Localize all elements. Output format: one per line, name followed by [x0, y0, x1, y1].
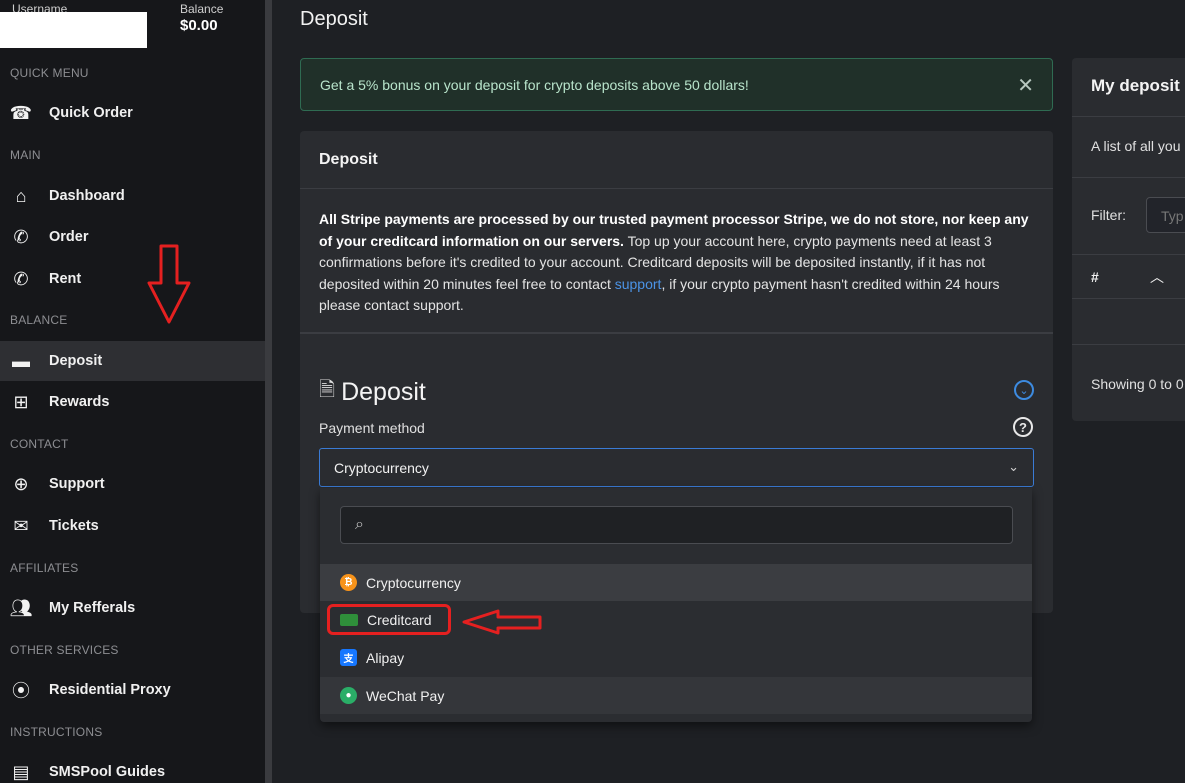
section-balance: BALANCE [10, 313, 68, 327]
main-content: Deposit Get a 5% bonus on your deposit f… [279, 0, 1185, 783]
my-deposits-card: My deposit A list of all you Filter: Typ… [1072, 58, 1185, 421]
sidebar-item-label: Rent [49, 271, 82, 287]
divider [300, 332, 1053, 334]
divider [1072, 344, 1185, 345]
sidebar-item-tickets[interactable]: ✉ Tickets [0, 506, 265, 546]
sidebar-item-label: My Refferals [49, 600, 136, 616]
sidebar-item-label: Tickets [49, 518, 99, 534]
card-header: Deposit [300, 131, 1053, 189]
section-instructions: INSTRUCTIONS [10, 725, 103, 739]
option-label: WeChat Pay [366, 687, 445, 704]
bitcoin-icon: ₿ [340, 574, 357, 591]
divider [1072, 116, 1185, 117]
alipay-icon: 支 [340, 649, 357, 666]
envelope-icon: ✉ [13, 515, 29, 536]
section-other-services: OTHER SERVICES [10, 643, 119, 657]
question-icon[interactable]: ? [1013, 417, 1033, 437]
selected-payment-method: Cryptocurrency [334, 459, 429, 476]
creditcard-highlight-annotation [327, 604, 451, 635]
filter-placeholder: Typ [1161, 208, 1184, 224]
sidebar-item-residential-proxy[interactable]: ⦿ Residential Proxy [0, 670, 265, 710]
card-title: Deposit [319, 150, 378, 168]
section-main: MAIN [10, 148, 41, 162]
filter-label: Filter: [1091, 207, 1126, 223]
option-label: Cryptocurrency [366, 574, 461, 591]
option-wechat-pay[interactable]: ● WeChat Pay [320, 677, 1032, 714]
payment-method-label: Payment method [319, 420, 425, 436]
sidebar-item-label: Deposit [49, 353, 103, 369]
home-icon: ⌂ [15, 185, 27, 206]
sidebar-item-label: Quick Order [49, 105, 133, 121]
deposit-info: All Stripe payments are processed by our… [319, 209, 1039, 317]
sidebar-item-label: Order [49, 229, 89, 245]
sort-up-icon[interactable]: ︿ [1150, 267, 1164, 287]
chevron-down-circle-icon[interactable]: ⌄ [1014, 380, 1034, 400]
sidebar-item-quick-order[interactable]: ☎ Quick Order [0, 93, 265, 133]
close-icon[interactable]: ✕ [1017, 73, 1034, 98]
sidebar-item-support[interactable]: ⊕ Support [0, 464, 265, 504]
divider [1072, 298, 1185, 299]
phone-call-icon: ✆ [13, 226, 29, 247]
phone-heart-icon: ✆ [13, 268, 29, 289]
sidebar-item-my-referrals[interactable]: 👥︎ My Refferals [0, 588, 265, 628]
phone-icon: ☎ [9, 102, 33, 123]
filter-input[interactable]: Typ [1146, 197, 1185, 233]
sidebar-item-label: Rewards [49, 394, 110, 410]
dropdown-search-input[interactable]: ⌕ [340, 506, 1013, 544]
balance-value: $0.00 [180, 17, 218, 34]
satellite-dish-icon: ⦿ [12, 681, 30, 701]
payment-method-select[interactable]: Cryptocurrency ⌄ [319, 448, 1034, 487]
alert-text: Get a 5% bonus on your deposit for crypt… [320, 76, 749, 93]
book-icon: ▤ [12, 761, 30, 782]
support-link[interactable]: support [615, 276, 662, 292]
wechat-icon: ● [340, 687, 357, 704]
option-cryptocurrency[interactable]: ₿ Cryptocurrency [320, 564, 1032, 601]
chevron-down-icon: ⌄ [1008, 459, 1019, 474]
deposit-heading-text: Deposit [341, 377, 426, 406]
bonus-alert: Get a 5% bonus on your deposit for crypt… [300, 58, 1053, 111]
gift-icon: ⊞ [13, 391, 29, 412]
sidebar: Username Balance $0.00 QUICK MENU ☎ Quic… [0, 0, 272, 783]
sidebar-item-deposit[interactable]: ▬ Deposit [0, 341, 265, 381]
users-icon: 👥︎ [9, 597, 33, 618]
section-contact: CONTACT [10, 437, 69, 451]
user-block: Username Balance $0.00 [0, 0, 272, 56]
sidebar-item-dashboard[interactable]: ⌂ Dashboard [0, 176, 265, 216]
sidebar-item-label: SMSPool Guides [49, 764, 166, 780]
section-quick-menu: QUICK MENU [10, 66, 89, 80]
lifebuoy-icon: ⊕ [13, 473, 29, 494]
username-redacted [0, 12, 147, 48]
search-icon: ⌕ [355, 516, 364, 533]
sidebar-item-rent[interactable]: ✆ Rent [0, 259, 265, 299]
option-alipay[interactable]: 支 Alipay [320, 639, 1032, 676]
sidebar-item-order[interactable]: ✆ Order [0, 217, 265, 257]
deposit-heading: 🗎︎ Deposit [319, 375, 426, 409]
divider [1072, 254, 1185, 255]
sidebar-item-label: Dashboard [49, 188, 125, 204]
credit-card-icon: ▬ [12, 350, 30, 371]
my-deposits-description: A list of all you [1091, 138, 1181, 154]
table-info: Showing 0 to 0 [1091, 376, 1184, 392]
my-deposits-title: My deposit [1091, 76, 1180, 95]
sidebar-item-label: Residential Proxy [49, 682, 171, 698]
option-label: Alipay [366, 649, 405, 666]
divider [1072, 177, 1185, 178]
money-icon: 🗎︎ [319, 379, 336, 401]
page-title: Deposit [300, 8, 368, 30]
column-header-id[interactable]: # [1091, 269, 1099, 285]
sidebar-item-label: Support [49, 476, 105, 492]
balance-label: Balance [180, 2, 224, 16]
sidebar-item-guides[interactable]: ▤ SMSPool Guides [0, 752, 265, 783]
sidebar-item-rewards[interactable]: ⊞ Rewards [0, 382, 265, 422]
section-affiliates: AFFILIATES [10, 561, 79, 575]
